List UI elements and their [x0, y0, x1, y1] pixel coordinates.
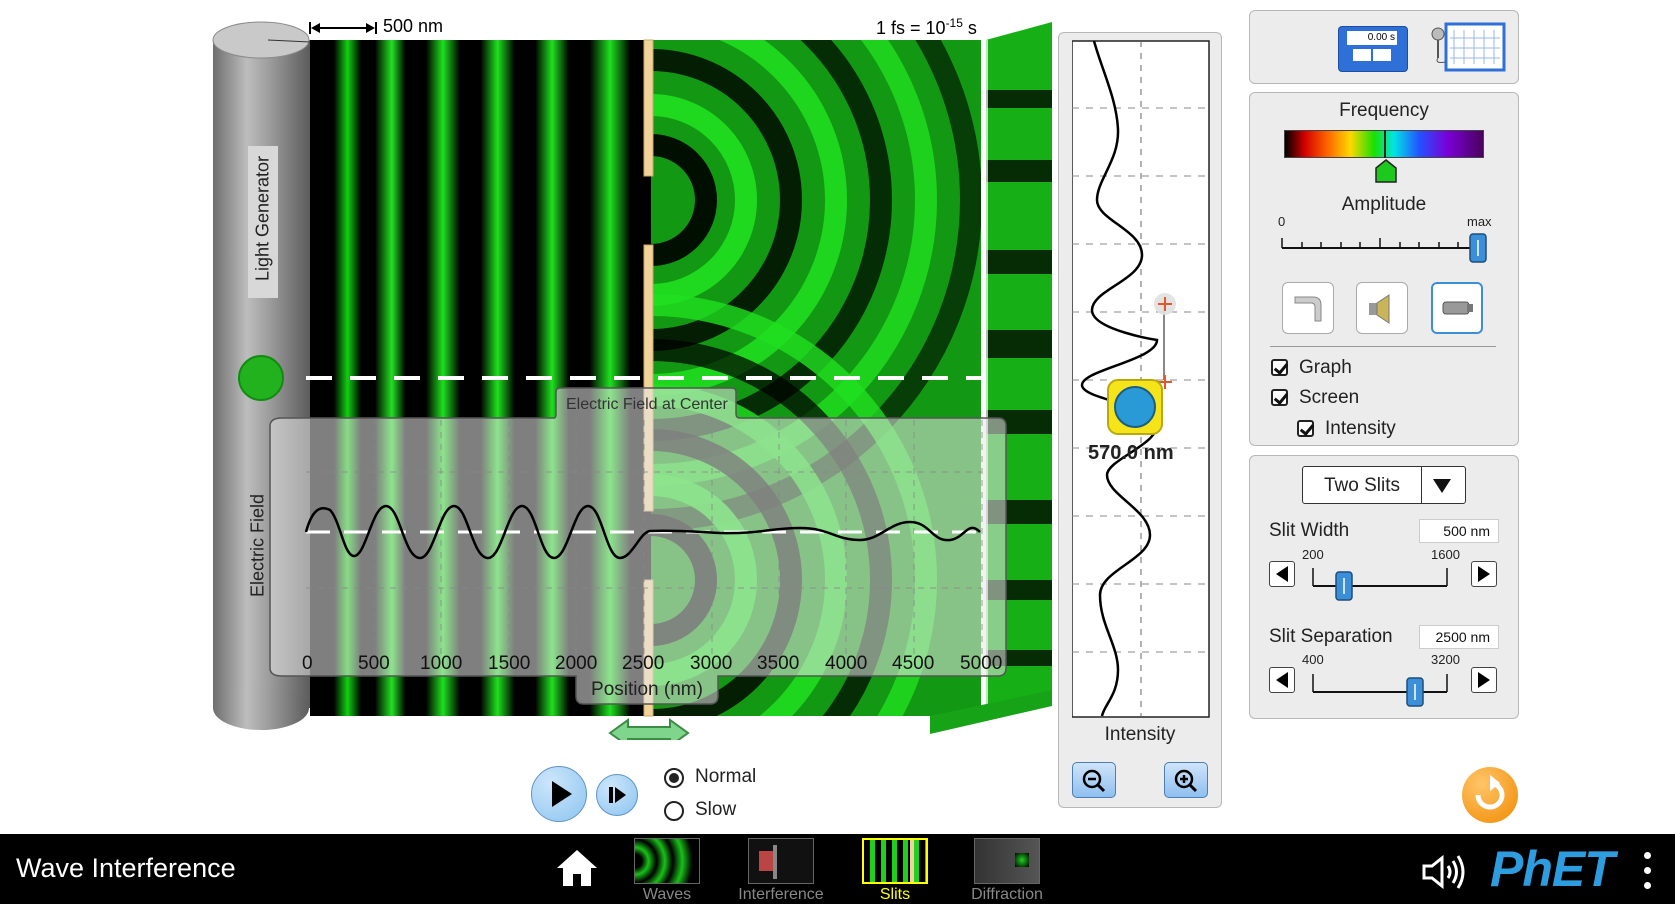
slit-width-min: 200 [1302, 547, 1324, 562]
x-tick: 3500 [757, 653, 800, 674]
zoom-in-icon [1174, 769, 1198, 793]
arrow-right-icon [1478, 566, 1490, 582]
frequency-thumb[interactable] [1384, 130, 1386, 158]
play-icon [552, 781, 572, 807]
zoom-in-button[interactable] [1164, 762, 1208, 798]
graph-label: Graph [1299, 357, 1352, 378]
arrow-left-icon [1276, 672, 1288, 688]
x-tick: 3000 [690, 653, 733, 674]
faucet-icon [1294, 296, 1322, 322]
x-tick: 4500 [892, 653, 935, 674]
menu-kebab-icon[interactable] [1642, 852, 1652, 892]
screen-checkbox[interactable] [1271, 389, 1288, 406]
screen-label: Screen [1299, 387, 1360, 408]
water-source-button[interactable] [1282, 282, 1334, 334]
x-tick: 2000 [555, 653, 598, 674]
arrow-left-icon [1276, 566, 1288, 582]
frequency-thumb-pointer[interactable] [1374, 158, 1398, 184]
home-button[interactable] [553, 846, 601, 890]
frequency-slider[interactable] [1284, 130, 1484, 183]
x-tick: 0 [302, 653, 313, 674]
zoom-out-button[interactable] [1072, 762, 1116, 798]
slit-separation-value: 2500 nm [1419, 625, 1499, 649]
amplitude-slider[interactable] [1280, 228, 1490, 264]
slit-width-value: 500 nm [1419, 519, 1499, 543]
stopwatch-play-icon [1373, 49, 1391, 61]
slit-width-max: 1600 [1431, 547, 1460, 562]
home-icon [557, 850, 597, 886]
reset-icon [1475, 775, 1505, 810]
slit-separation-max: 3200 [1431, 652, 1460, 667]
stopwatch-reset-icon [1353, 49, 1371, 61]
efield-chart-title: Electric Field at Center [566, 396, 728, 413]
light-generator-label: Light Generator [248, 146, 278, 298]
screen-tab-diffraction[interactable]: Diffraction [971, 836, 1043, 904]
oscilloscope-tool[interactable] [1428, 22, 1506, 72]
slit-width-decrement-button[interactable] [1269, 561, 1295, 587]
sound-toggle-button[interactable] [1420, 852, 1470, 892]
wave-visualization [212, 21, 1052, 740]
x-tick: 2500 [622, 653, 665, 674]
slit-separation-min: 400 [1302, 652, 1324, 667]
screen-tab-interference[interactable]: Interference [738, 836, 824, 904]
intensity-checkbox-label: Intensity [1325, 418, 1396, 439]
arrow-right-icon [1478, 672, 1490, 688]
oscilloscope-icon [1431, 22, 1506, 72]
stopwatch-tool[interactable]: 0.00 s [1338, 26, 1408, 72]
chevron-down-icon [1433, 479, 1451, 493]
slit-separation-label: Slit Separation [1269, 626, 1393, 647]
x-tick: 500 [358, 653, 390, 674]
screen-tab-slits[interactable]: Slits [860, 836, 930, 904]
x-tick: 4000 [825, 653, 868, 674]
x-tick: 5000 [960, 653, 1003, 674]
length-scale-label: 500 nm [383, 16, 444, 36]
efield-chart-xlabel: Position (nm) [591, 679, 703, 700]
barrier-drag-handle [608, 718, 690, 740]
laser-icon [1442, 301, 1473, 315]
light-source-selector-button[interactable] [1431, 282, 1483, 334]
sim-title: Wave Interference [16, 853, 236, 883]
reset-all-button[interactable] [1462, 767, 1518, 823]
slow-speed-radio[interactable] [664, 801, 684, 821]
screen-tab-waves[interactable]: Waves [632, 836, 702, 904]
phet-logo[interactable]: PhET [1490, 840, 1615, 898]
normal-speed-radio[interactable] [664, 768, 684, 788]
speaker-icon [1369, 294, 1390, 324]
intensity-checkbox[interactable] [1297, 420, 1314, 437]
amplitude-min-label: 0 [1278, 214, 1286, 229]
step-forward-icon [609, 787, 626, 803]
x-tick: 1500 [488, 653, 531, 674]
measuring-tape[interactable] [1100, 290, 1200, 440]
slit-separation-decrement-button[interactable] [1269, 667, 1295, 693]
slow-speed-label: Slow [695, 799, 737, 820]
divider [1270, 346, 1496, 347]
intensity-label: Intensity [1104, 724, 1176, 745]
step-forward-button[interactable] [596, 774, 638, 816]
slit-width-label: Slit Width [1269, 520, 1350, 541]
slit-width-slider[interactable] [1310, 564, 1456, 604]
slit-separation-increment-button[interactable] [1471, 667, 1497, 693]
tape-readout: 570.0 nm [1088, 442, 1174, 464]
zoom-out-icon [1082, 769, 1106, 793]
frequency-label: Frequency [1339, 100, 1429, 121]
time-scale-label: 1 fs = 10-15 s [876, 16, 977, 38]
slit-separation-slider[interactable] [1310, 670, 1456, 710]
slit-type-dropdown[interactable]: Two Slits [1302, 466, 1466, 504]
sound-source-button[interactable] [1356, 282, 1408, 334]
x-tick: 1000 [420, 653, 463, 674]
efield-chart-ylabel: Electric Field [247, 493, 268, 598]
speaker-volume-icon [1422, 854, 1465, 890]
graph-checkbox[interactable] [1271, 359, 1288, 376]
slit-width-increment-button[interactable] [1471, 561, 1497, 587]
normal-speed-label: Normal [695, 766, 757, 787]
amplitude-label: Amplitude [1341, 194, 1427, 215]
light-source-button [238, 355, 284, 401]
amplitude-max-label: max [1467, 214, 1492, 229]
play-button[interactable] [531, 766, 587, 822]
